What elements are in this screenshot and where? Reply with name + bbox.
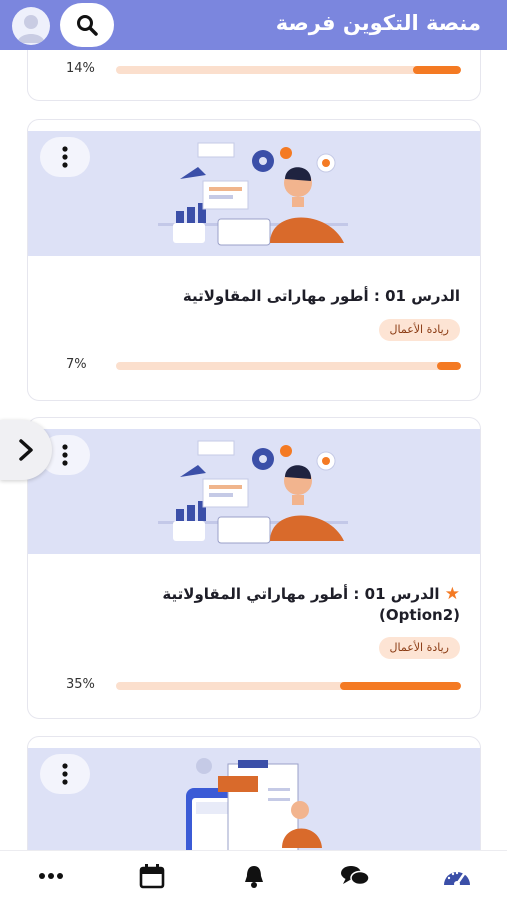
nav-calendar[interactable] <box>135 861 169 891</box>
course-title-text: الدرس 01 : أطور مهاراتي المقاولاتية (Opt… <box>162 585 460 624</box>
progress-fill <box>412 66 461 74</box>
more-vertical-icon <box>62 444 68 466</box>
category-tag: ريادة الأعمال <box>378 319 460 341</box>
user-avatar-icon[interactable] <box>12 7 50 45</box>
nav-more[interactable] <box>34 861 68 891</box>
app-screen: منصة التكوين فرصة 14% الدرس 01: أطور مه… <box>0 0 507 900</box>
course-title: الدرس 01 : أطور مهاراتى المقاولاتية <box>182 287 460 305</box>
progress-bar <box>116 682 461 690</box>
progress-percent: 14% <box>66 61 95 76</box>
nav-dashboard[interactable] <box>440 861 474 891</box>
category-tag: ريادة الأعمال <box>378 637 460 659</box>
course-card[interactable]: ★ الدرس 01 : أطور مهاراتي المقاولاتية (O… <box>27 417 481 719</box>
progress-percent: 7% <box>66 357 87 372</box>
app-header: منصة التكوين فرصة <box>0 0 507 50</box>
nav-messages[interactable] <box>338 861 372 891</box>
bottom-navigation <box>0 850 507 900</box>
progress-bar <box>116 66 461 74</box>
more-icon <box>39 873 63 879</box>
chevron-right-icon <box>19 439 33 461</box>
nav-notifications[interactable] <box>237 861 271 891</box>
course-card[interactable] <box>27 736 481 850</box>
app-title: منصة التكوين فرصة <box>275 11 481 35</box>
bell-icon <box>245 866 263 888</box>
card-menu-button[interactable] <box>40 754 90 794</box>
progress-fill <box>340 682 461 690</box>
progress-fill <box>436 362 461 370</box>
search-button[interactable] <box>60 3 114 47</box>
more-vertical-icon <box>62 763 68 785</box>
card-menu-button[interactable] <box>40 137 90 177</box>
more-vertical-icon <box>62 146 68 168</box>
course-title: ★ الدرس 01 : أطور مهاراتي المقاولاتية (O… <box>100 584 460 626</box>
course-illustration <box>28 131 480 256</box>
star-icon: ★ <box>444 584 460 604</box>
calendar-icon <box>139 864 165 889</box>
course-illustration <box>28 748 480 850</box>
course-card[interactable]: 14% <box>27 50 481 101</box>
course-card[interactable]: الدرس 01 : أطور مهاراتى المقاولاتية رياد… <box>27 119 481 401</box>
progress-percent: 35% <box>66 677 95 692</box>
course-list[interactable]: 14% الدرس 01: أطور مهاراتى المقاولاتية … <box>0 50 507 850</box>
course-illustration <box>28 429 480 554</box>
dashboard-gauge-icon <box>444 871 470 887</box>
chat-icon <box>341 866 370 886</box>
progress-bar <box>116 362 461 370</box>
search-icon <box>77 15 98 36</box>
